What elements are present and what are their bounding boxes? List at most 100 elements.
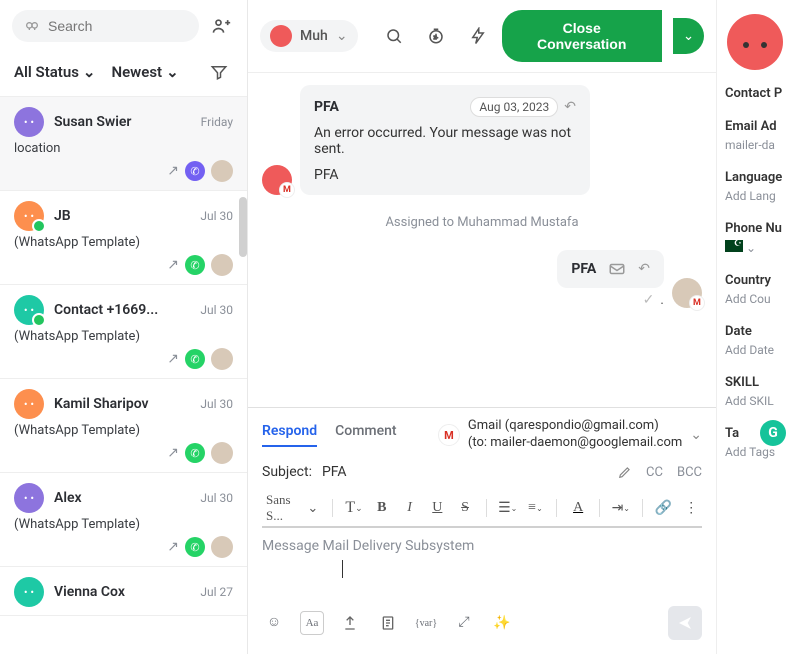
- send-button[interactable]: [668, 606, 702, 640]
- assignee-avatar: [211, 348, 233, 370]
- contact-name: Contact +1669...: [54, 302, 190, 318]
- avatar: • •: [14, 389, 44, 419]
- cc-button[interactable]: CC: [646, 465, 663, 480]
- status-filter[interactable]: All Status ⌄: [14, 63, 96, 81]
- compose-editor[interactable]: Message Mail Delivery Subsystem: [262, 528, 702, 598]
- indent-button[interactable]: ⇥⌄: [610, 496, 632, 520]
- text-format-button[interactable]: Aa: [300, 611, 324, 635]
- align-button[interactable]: ≡⌄: [525, 496, 547, 520]
- close-conversation-dropdown[interactable]: ⌄: [673, 18, 704, 54]
- whatsapp-icon: ✆: [185, 255, 205, 275]
- search-input[interactable]: [48, 18, 187, 34]
- conversation-main: Muh ⌄ z Close Conversation ⌄ M PFA Aug 0…: [248, 0, 716, 654]
- add-contact-button[interactable]: [207, 12, 235, 40]
- language-value[interactable]: Add Lang: [725, 189, 784, 203]
- scrollbar[interactable]: [239, 197, 247, 257]
- magic-button[interactable]: ✨: [490, 611, 514, 635]
- country-value[interactable]: Add Cou: [725, 292, 784, 306]
- conversation-item[interactable]: • • Alex Jul 30 (WhatsApp Template) ↗ ✆: [0, 473, 247, 567]
- sender-avatar: M: [672, 278, 702, 308]
- gmail-icon: M: [438, 424, 460, 446]
- conversation-date: Jul 30: [200, 209, 233, 223]
- italic-button[interactable]: I: [399, 496, 421, 520]
- from-selector[interactable]: M Gmail (qarespondio@gmail.com) (to: mai…: [438, 418, 702, 452]
- outgoing-message: PFA ↶: [557, 250, 664, 288]
- language-label: Language: [725, 170, 784, 185]
- reply-arrow-icon: ↗: [167, 539, 179, 555]
- close-conversation-button[interactable]: Close Conversation: [502, 10, 662, 62]
- tab-comment[interactable]: Comment: [335, 423, 396, 447]
- mail-icon: [608, 260, 626, 278]
- email-value[interactable]: mailer-da: [725, 138, 784, 152]
- conversation-preview: (WhatsApp Template): [14, 423, 233, 438]
- text-color-button[interactable]: A: [567, 496, 589, 520]
- bold-button[interactable]: B: [371, 496, 393, 520]
- grammarly-icon[interactable]: G: [760, 420, 786, 446]
- assignee-avatar: [211, 160, 233, 182]
- underline-button[interactable]: U: [426, 496, 448, 520]
- subject-value[interactable]: PFA: [322, 464, 608, 480]
- contact-avatar: [270, 25, 292, 47]
- list-button[interactable]: ☰⌄: [497, 496, 519, 520]
- whatsapp-icon: ✆: [185, 443, 205, 463]
- font-family-select[interactable]: Sans S... ⌄: [262, 496, 322, 520]
- edit-subject-button[interactable]: [618, 465, 632, 480]
- conversation-preview: (WhatsApp Template): [14, 329, 233, 344]
- sort-filter[interactable]: Newest ⌄: [112, 63, 179, 81]
- message-body: An error occurred. Your message was not …: [314, 125, 576, 157]
- conversation-item[interactable]: • • Vienna Cox Jul 27: [0, 567, 247, 616]
- reply-icon[interactable]: ↶: [638, 261, 650, 277]
- conversation-preview: (WhatsApp Template): [14, 517, 233, 532]
- expand-button[interactable]: ⤢: [452, 611, 476, 635]
- conversation-item[interactable]: • • Contact +1669... Jul 30 (WhatsApp Te…: [0, 285, 247, 379]
- flag-icon: [725, 240, 743, 252]
- message-date: Aug 03, 2023: [470, 97, 558, 117]
- reply-icon[interactable]: ↶: [564, 99, 576, 115]
- assignment-notice: Assigned to Muhammad Mustafa: [262, 215, 702, 230]
- filter-button[interactable]: [205, 58, 233, 86]
- tags-value[interactable]: Add Tags: [725, 445, 784, 459]
- avatar: • •: [14, 201, 44, 231]
- skill-value[interactable]: Add SKIL: [725, 394, 784, 408]
- snooze-button[interactable]: z: [422, 22, 450, 50]
- svg-text:z: z: [433, 35, 436, 41]
- contact-chip-name: Muh: [300, 28, 328, 44]
- avatar: • •: [14, 295, 44, 325]
- avatar: • •: [14, 483, 44, 513]
- incoming-message: PFA Aug 03, 2023 ↶ An error occurred. Yo…: [300, 85, 590, 195]
- phone-value[interactable]: ⌄: [725, 240, 784, 255]
- contact-name: Kamil Sharipov: [54, 396, 190, 412]
- chevron-down-icon: ⌄: [336, 28, 348, 44]
- message-footer: PFA: [314, 167, 576, 183]
- reply-arrow-icon: ↗: [167, 445, 179, 461]
- date-value[interactable]: Add Date: [725, 343, 784, 357]
- search-box[interactable]: [12, 10, 199, 42]
- gmail-badge-icon: M: [689, 295, 705, 311]
- contact-selector[interactable]: Muh ⌄: [260, 20, 358, 52]
- assignee-avatar: [211, 254, 233, 276]
- search-conversation-button[interactable]: [380, 22, 408, 50]
- bolt-button[interactable]: [464, 22, 492, 50]
- chevron-down-icon: ⌄: [166, 63, 179, 81]
- template-button[interactable]: [376, 611, 400, 635]
- conversation-date: Jul 30: [200, 397, 233, 411]
- emoji-button[interactable]: ☺: [262, 611, 286, 635]
- conversation-date: Jul 30: [200, 303, 233, 317]
- strikethrough-button[interactable]: S: [454, 496, 476, 520]
- more-format-button[interactable]: ⋮: [680, 496, 702, 520]
- conversation-item[interactable]: • • JB Jul 30 (WhatsApp Template) ↗ ✆: [0, 191, 247, 285]
- reply-arrow-icon: ↗: [167, 163, 179, 179]
- contact-name: JB: [54, 208, 190, 224]
- attach-button[interactable]: [338, 611, 362, 635]
- conversation-item[interactable]: • • Kamil Sharipov Jul 30 (WhatsApp Temp…: [0, 379, 247, 473]
- bcc-button[interactable]: BCC: [677, 465, 702, 480]
- conversation-preview: (WhatsApp Template): [14, 235, 233, 250]
- compose-toolbar: Sans S... ⌄ T⌄ B I U S ☰⌄ ≡⌄ A ⇥⌄ 🔗 ⋮: [262, 490, 702, 528]
- variable-button[interactable]: {var}: [414, 611, 438, 635]
- tab-respond[interactable]: Respond: [262, 423, 317, 447]
- from-address: Gmail (qarespondio@gmail.com): [468, 418, 682, 435]
- avatar: • •: [14, 107, 44, 137]
- link-button[interactable]: 🔗: [653, 496, 675, 520]
- font-size-button[interactable]: T⌄: [343, 496, 365, 520]
- conversation-item[interactable]: • • Susan Swier Friday location ↗ ✆: [0, 97, 247, 191]
